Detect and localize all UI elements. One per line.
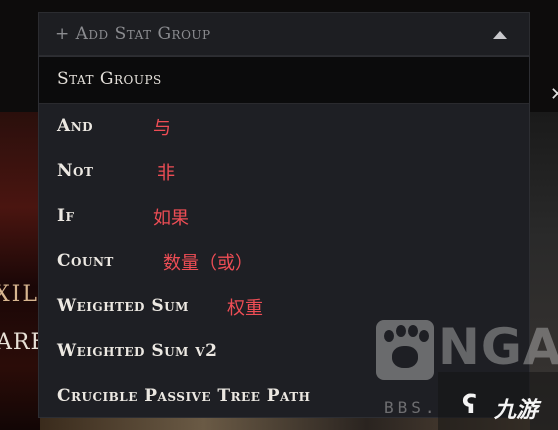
menu-item-weighted-sum[interactable]: Weighted Sum 权重 — [39, 287, 529, 327]
stat-group-menu: Stat Groups And 与 Not 非 If 如果 Count 数量（或… — [38, 56, 530, 418]
menu-item-label: If — [57, 206, 75, 226]
background-text-exile: XIL — [0, 282, 39, 307]
menu-item-label: And — [57, 116, 94, 136]
menu-item-count[interactable]: Count 数量（或） — [39, 242, 529, 282]
menu-item-label: Weighted Sum — [57, 296, 189, 316]
jiuyou-logo-icon: ʕ — [462, 390, 477, 420]
annotation-text: 非 — [157, 163, 175, 184]
close-icon[interactable]: ✕ — [550, 84, 558, 105]
dropdown-placeholder: + Add Stat Group — [55, 24, 211, 44]
menu-heading: Stat Groups — [39, 57, 529, 104]
menu-item-if[interactable]: If 如果 — [39, 197, 529, 237]
caret-up-icon[interactable] — [493, 31, 507, 39]
annotation-text: 权重 — [227, 298, 263, 319]
menu-item-label: Count — [57, 251, 114, 271]
menu-item-not[interactable]: Not 非 — [39, 152, 529, 192]
menu-item-and[interactable]: And 与 — [39, 107, 529, 147]
menu-item-weighted-sum-v2[interactable]: Weighted Sum v2 — [39, 332, 529, 372]
annotation-text: 数量（或） — [163, 253, 253, 274]
jiuyou-watermark: ʕ 九游 — [438, 372, 558, 430]
background-artwork-left: XIL ARE — [0, 112, 47, 430]
menu-item-label: Not — [57, 161, 94, 181]
annotation-text: 与 — [153, 118, 171, 139]
add-stat-group-dropdown[interactable]: + Add Stat Group — [38, 12, 530, 56]
annotation-text: 如果 — [153, 208, 189, 229]
jiuyou-logo-text: 九游 — [494, 398, 539, 423]
menu-heading-label: Stat Groups — [57, 69, 162, 89]
menu-item-label: Crucible Passive Tree Path — [57, 386, 311, 406]
menu-item-label: Weighted Sum v2 — [57, 341, 218, 361]
